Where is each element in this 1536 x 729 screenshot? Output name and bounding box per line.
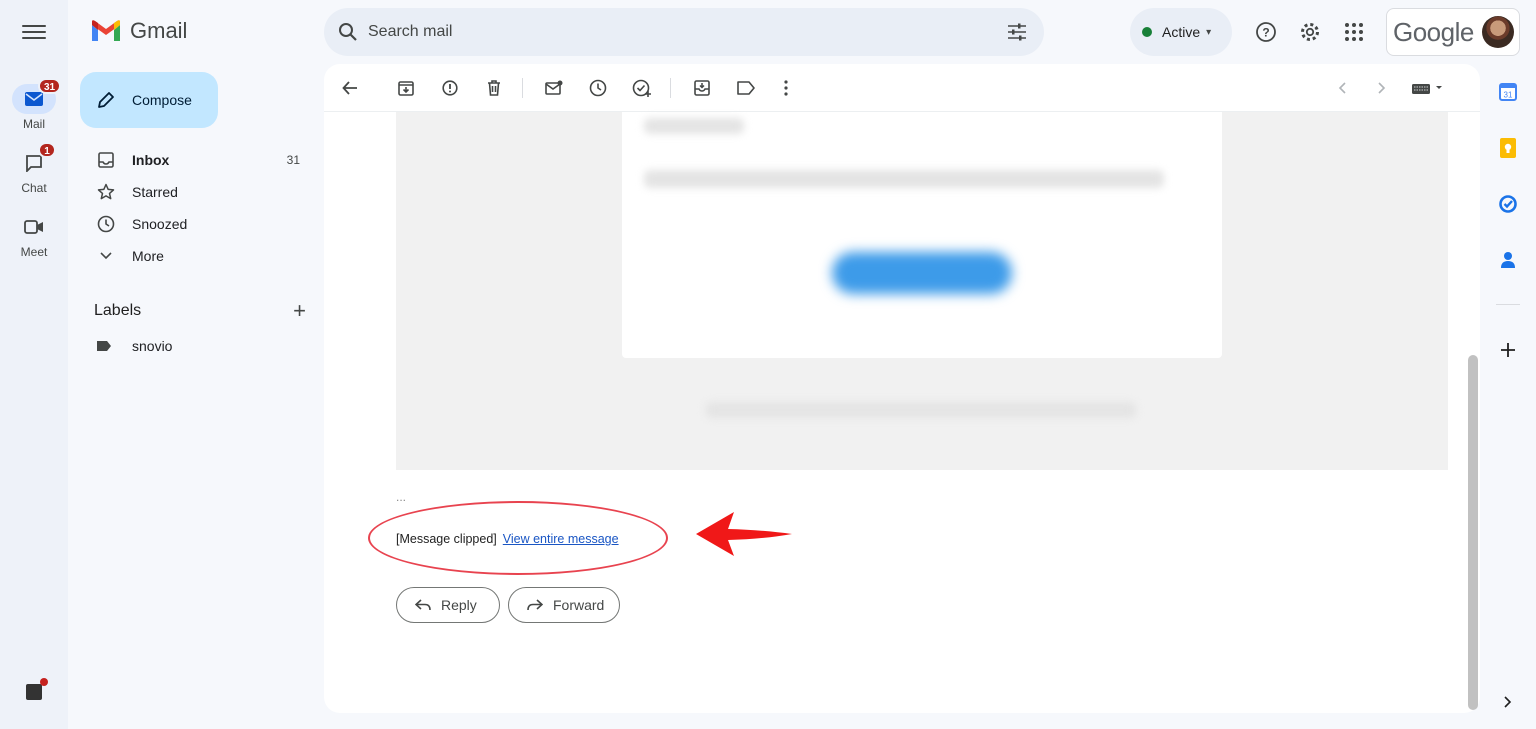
rail-label-chat: Chat — [21, 181, 47, 195]
nav-item-more[interactable]: More — [80, 240, 310, 272]
inbox-icon — [98, 152, 114, 168]
message-view: ... [Message clipped] View entire message… — [324, 64, 1480, 713]
archive-icon[interactable] — [394, 76, 418, 100]
compose-button[interactable]: Compose — [80, 72, 218, 128]
chat-icon — [26, 155, 42, 172]
video-camera-icon — [24, 220, 43, 234]
blurred-text — [644, 118, 744, 134]
scrollbar-thumb[interactable] — [1468, 355, 1478, 710]
annotation-arrow — [696, 512, 792, 556]
forward-label: Forward — [553, 597, 605, 613]
left-rail: 31 Mail 1 Chat Meet — [0, 0, 68, 729]
gmail-logo[interactable]: Gmail — [90, 18, 187, 44]
labels-header: Labels + — [94, 298, 306, 324]
label-icon[interactable] — [734, 76, 758, 100]
label-item-snovio[interactable]: snovio — [96, 338, 172, 354]
star-icon — [97, 183, 115, 200]
mark-unread-icon[interactable] — [542, 76, 566, 100]
google-brand: Google — [1393, 16, 1474, 47]
expand-panel-chevron-icon[interactable] — [1498, 692, 1518, 712]
nav-label-starred: Starred — [132, 184, 178, 200]
snooze-clock-icon[interactable] — [586, 76, 610, 100]
mail-badge: 31 — [38, 78, 62, 94]
rail-item-chat[interactable]: 1 Chat — [0, 142, 68, 195]
label-tag-icon — [97, 341, 111, 351]
status-app-icon[interactable] — [26, 684, 42, 700]
labels-title: Labels — [94, 302, 142, 319]
nav-label-inbox: Inbox — [132, 152, 170, 168]
calendar-icon[interactable]: 31 — [1498, 82, 1518, 102]
search-options-icon[interactable] — [1006, 21, 1028, 43]
reply-label: Reply — [441, 597, 477, 613]
rail-label-mail: Mail — [22, 117, 45, 131]
chevron-down-icon: ▾ — [1206, 26, 1212, 38]
blurred-text — [644, 170, 1164, 188]
help-icon[interactable]: ? — [1254, 20, 1278, 44]
gmail-m-icon — [92, 20, 120, 41]
forward-button[interactable]: Forward — [508, 587, 620, 623]
more-options-icon[interactable] — [774, 76, 798, 100]
message-toolbar — [324, 64, 1480, 112]
add-label-button[interactable]: + — [293, 298, 306, 324]
folder-list: Inbox 31 Starred Snoozed More — [80, 144, 310, 272]
older-chevron-right-icon[interactable] — [1370, 76, 1394, 100]
chat-badge: 1 — [38, 142, 56, 158]
email-body-content — [396, 112, 1448, 470]
svg-text:31: 31 — [1504, 91, 1513, 100]
avatar[interactable] — [1481, 16, 1514, 48]
nav-item-starred[interactable]: Starred — [80, 176, 310, 208]
compose-label: Compose — [132, 92, 192, 108]
settings-gear-icon[interactable] — [1298, 20, 1322, 44]
add-addon-icon[interactable] — [1498, 340, 1518, 360]
nav-item-snoozed[interactable]: Snoozed — [80, 208, 310, 240]
main-menu-icon[interactable] — [22, 22, 46, 42]
inbox-count: 31 — [286, 153, 300, 167]
newer-chevron-left-icon[interactable] — [1330, 76, 1354, 100]
blurred-button — [832, 252, 1012, 294]
account-switcher[interactable]: Google — [1386, 8, 1520, 56]
right-rail-divider — [1496, 304, 1520, 305]
trimmed-content-ellipsis[interactable]: ... — [396, 490, 406, 504]
rail-item-mail[interactable]: 31 Mail — [0, 78, 68, 131]
search-icon[interactable] — [338, 22, 358, 42]
notification-dot — [40, 678, 48, 686]
chevron-down-icon — [100, 252, 112, 260]
reply-arrow-icon — [415, 599, 431, 611]
clock-icon — [97, 215, 115, 233]
nav-label-more: More — [132, 248, 164, 264]
toolbar-divider — [670, 78, 671, 98]
forward-arrow-icon — [527, 599, 543, 611]
toolbar-divider — [522, 78, 523, 98]
blurred-footer-text — [706, 402, 1136, 418]
nav-label-snoozed: Snoozed — [132, 216, 188, 232]
add-to-tasks-icon[interactable] — [630, 76, 654, 100]
annotation-ellipse — [368, 501, 668, 575]
delete-trash-icon[interactable] — [482, 76, 506, 100]
status-selector[interactable]: Active ▾ — [1130, 8, 1232, 56]
search-placeholder: Search mail — [368, 23, 453, 40]
pencil-icon — [98, 92, 114, 108]
back-arrow-icon[interactable] — [338, 76, 362, 100]
contacts-icon[interactable] — [1498, 250, 1518, 270]
rail-label-meet: Meet — [20, 245, 48, 259]
status-label: Active — [1162, 24, 1201, 40]
rail-item-meet[interactable]: Meet — [0, 212, 68, 259]
search-bar[interactable]: Search mail — [324, 8, 1044, 56]
email-card — [622, 112, 1222, 358]
mail-icon — [25, 92, 43, 106]
keyboard-input-icon[interactable] — [1410, 76, 1446, 100]
svg-text:?: ? — [1262, 26, 1269, 40]
move-to-icon[interactable] — [690, 76, 714, 100]
label-name: snovio — [132, 338, 173, 354]
report-spam-icon[interactable] — [438, 76, 462, 100]
reply-button[interactable]: Reply — [396, 587, 500, 623]
keep-notes-icon[interactable] — [1498, 138, 1518, 158]
app-title: Gmail — [130, 18, 188, 43]
nav-item-inbox[interactable]: Inbox 31 — [80, 144, 310, 176]
apps-grid-icon[interactable] — [1342, 20, 1366, 44]
tasks-icon[interactable] — [1498, 194, 1518, 214]
status-dot — [1142, 27, 1152, 37]
